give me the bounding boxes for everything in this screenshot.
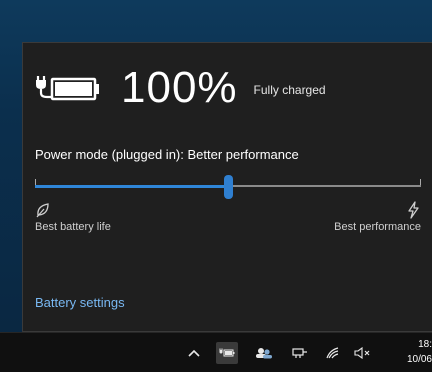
network-icon[interactable] <box>289 342 311 364</box>
power-mode-slider[interactable] <box>35 175 421 201</box>
battery-flyout: 100% Fully charged Power mode (plugged i… <box>22 42 432 332</box>
battery-status-row: 100% Fully charged <box>35 61 326 115</box>
battery-plug-icon[interactable] <box>216 342 238 364</box>
battery-settings-link[interactable]: Battery settings <box>35 295 125 310</box>
slider-tick-battery-life <box>35 179 36 185</box>
best-battery-life-end: Best battery life <box>35 201 111 233</box>
taskbar: 18: 10/06 <box>0 332 432 372</box>
clock-date: 10/06 <box>406 354 432 365</box>
battery-status-text: Fully charged <box>253 83 326 97</box>
battery-percentage: 100% <box>121 63 238 112</box>
battery-plug-icon <box>35 71 101 105</box>
power-mode-label: Power mode (plugged in): Better performa… <box>35 147 299 162</box>
slider-end-labels: Best battery life Best performance <box>35 201 421 245</box>
people-icon[interactable] <box>253 342 275 364</box>
slider-track-fill <box>35 185 228 188</box>
leaf-battery-saver-icon <box>35 201 111 221</box>
desktop: 100% Fully charged Power mode (plugged i… <box>0 0 432 372</box>
clock-time: 18: <box>418 339 432 350</box>
chevron-up-icon[interactable] <box>183 342 205 364</box>
slider-tick-performance <box>420 179 421 185</box>
slider-thumb[interactable] <box>224 175 233 199</box>
taskbar-clock[interactable]: 18: 10/06 <box>402 337 432 367</box>
best-battery-life-label: Best battery life <box>35 221 111 233</box>
lightning-bolt-icon <box>334 201 421 221</box>
pen-ink-icon[interactable] <box>322 342 344 364</box>
best-performance-end: Best performance <box>334 201 421 233</box>
volume-muted-icon[interactable] <box>352 342 374 364</box>
best-performance-label: Best performance <box>334 221 421 233</box>
